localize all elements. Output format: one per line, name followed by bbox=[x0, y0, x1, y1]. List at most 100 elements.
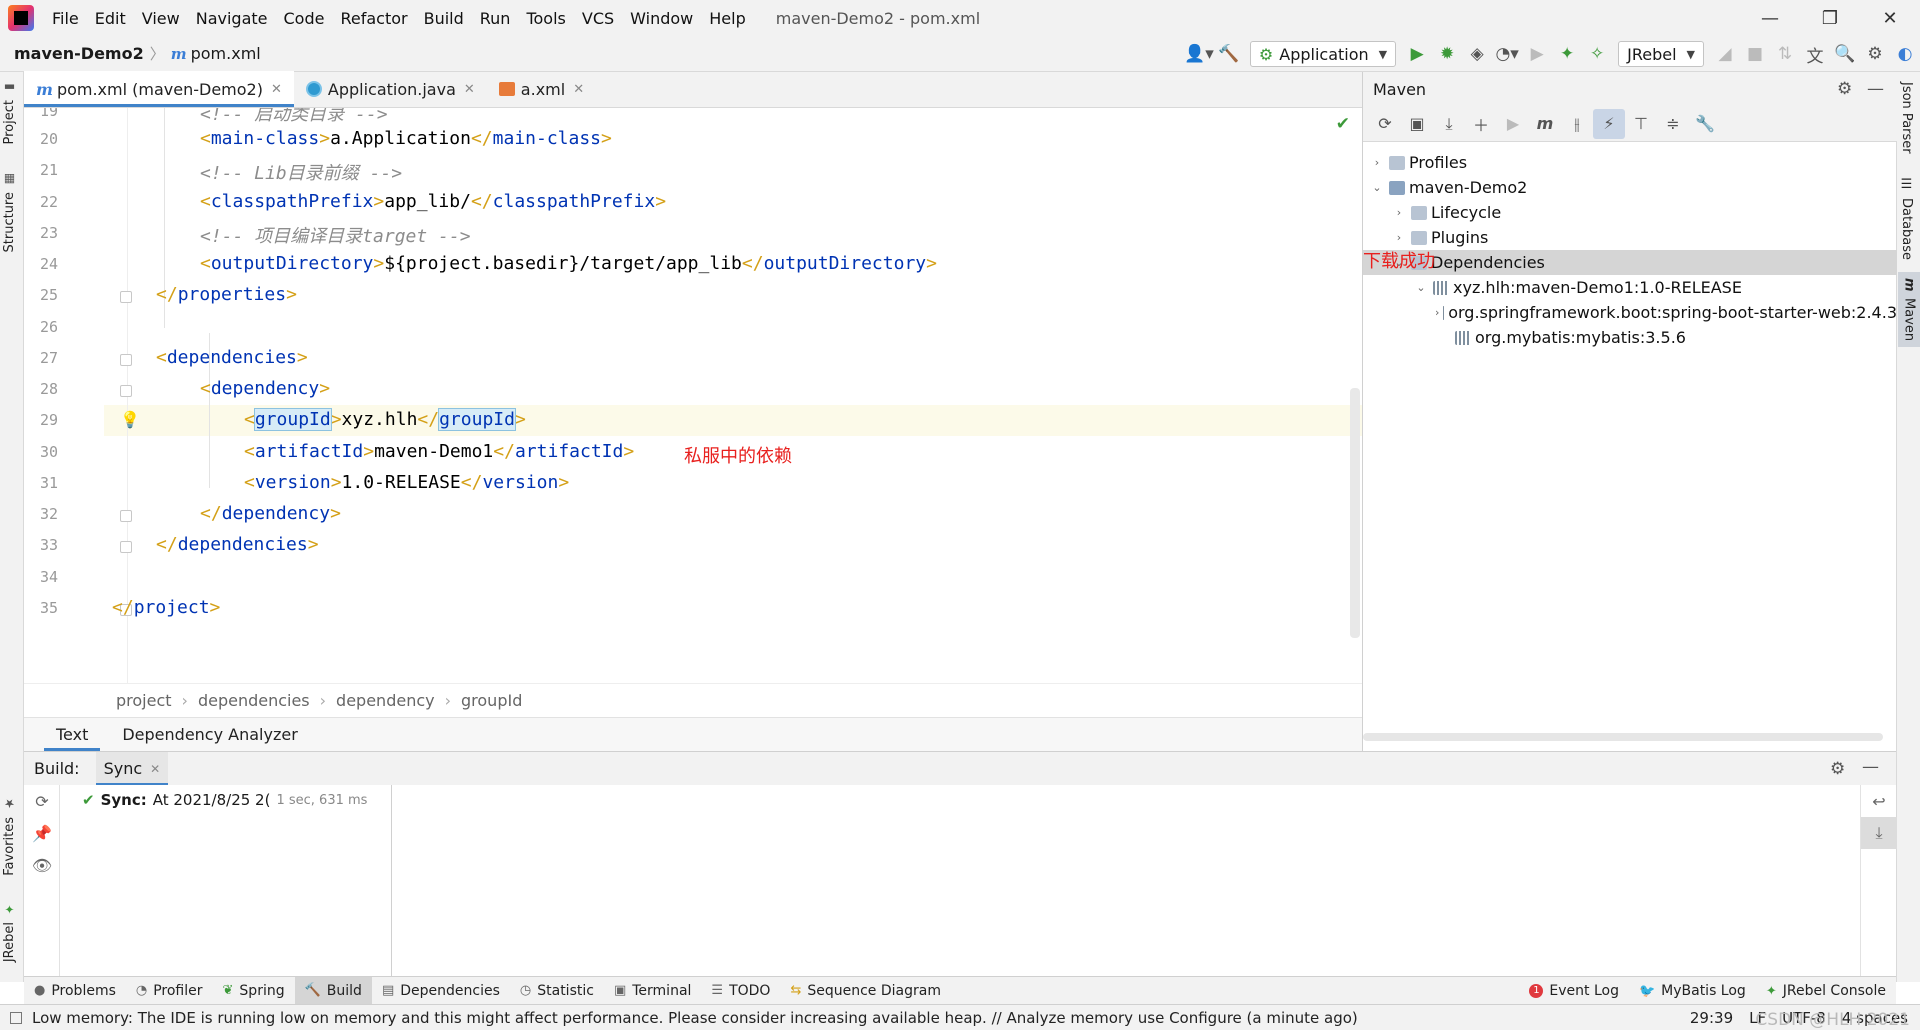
breadcrumb-groupid[interactable]: groupId bbox=[461, 691, 522, 710]
settings-gear-icon[interactable]: ⚙ bbox=[1837, 72, 1852, 106]
build-sync-row[interactable]: ✔ Sync: At 2021/8/25 2( 1 sec, 631 ms bbox=[82, 791, 367, 809]
tool-sequence-diagram[interactable]: ⇆ Sequence Diagram bbox=[780, 977, 951, 1005]
favorites-tool-tab[interactable]: Favorites ★ bbox=[2, 797, 17, 876]
fold-marker[interactable] bbox=[120, 510, 132, 522]
menu-help[interactable]: Help bbox=[701, 9, 753, 28]
tree-item-transitive-dependency[interactable]: org.mybatis:mybatis:3.5.6 bbox=[1363, 325, 1897, 350]
tool-jrebel-console[interactable]: ✦ JRebel Console bbox=[1756, 977, 1896, 1005]
breadcrumb-project[interactable]: project bbox=[116, 691, 172, 710]
tree-item-plugins[interactable]: › Plugins bbox=[1363, 225, 1897, 250]
close-tab-icon[interactable]: ✕ bbox=[464, 82, 475, 97]
tab-pom-xml[interactable]: m pom.xml (maven-Demo2) ✕ bbox=[24, 71, 294, 107]
translate-icon[interactable]: 文 bbox=[1800, 36, 1830, 72]
menu-code[interactable]: Code bbox=[276, 9, 333, 28]
chevron-down-icon[interactable]: ⌄ bbox=[1413, 281, 1429, 294]
tool-build[interactable]: 🔨 Build bbox=[294, 976, 372, 1005]
chevron-right-icon[interactable]: › bbox=[1391, 231, 1407, 244]
chevron-right-icon[interactable]: › bbox=[1435, 306, 1439, 319]
vcs-update-icon[interactable]: ⇅ bbox=[1770, 36, 1800, 72]
status-message[interactable]: Low memory: The IDE is running low on me… bbox=[32, 1009, 1358, 1027]
rerun-icon[interactable]: ◢ bbox=[1710, 36, 1740, 72]
maven-settings-wrench-icon[interactable]: 🔧 bbox=[1689, 109, 1721, 139]
tree-item-dependencies[interactable]: ⌄ Dependencies bbox=[1363, 250, 1897, 275]
fold-marker[interactable] bbox=[120, 354, 132, 366]
soft-wrap-icon[interactable]: ↩ bbox=[1861, 785, 1897, 817]
tree-item-lifecycle[interactable]: › Lifecycle bbox=[1363, 200, 1897, 225]
lightbulb-icon[interactable]: 💡 bbox=[120, 410, 140, 429]
nav-project[interactable]: maven-Demo2 bbox=[14, 44, 144, 63]
code-editor[interactable]: 19 20 21 22 23 24 25 26 27 28 29 30 31 3… bbox=[24, 108, 1362, 683]
run-icon[interactable]: ▶ bbox=[1402, 36, 1432, 72]
execute-goal-icon[interactable]: m bbox=[1529, 109, 1561, 139]
eye-icon[interactable]: 👁 bbox=[24, 849, 60, 881]
debug-icon[interactable]: ✹ bbox=[1432, 36, 1462, 72]
skip-tests-icon[interactable]: ⚡ bbox=[1593, 108, 1625, 139]
chevron-right-icon[interactable]: › bbox=[1391, 206, 1407, 219]
tool-terminal[interactable]: ▣ Terminal bbox=[604, 977, 701, 1005]
nav-file[interactable]: pom.xml bbox=[191, 44, 261, 63]
tab-text[interactable]: Text bbox=[44, 718, 101, 751]
generate-sources-icon[interactable]: ▣ bbox=[1401, 109, 1433, 139]
tab-a-xml[interactable]: a.xml ✕ bbox=[487, 71, 596, 107]
reload-icon[interactable]: ⟳ bbox=[1369, 109, 1401, 139]
menu-run[interactable]: Run bbox=[472, 9, 519, 28]
json-parser-tool-tab[interactable]: Json Parser bbox=[1899, 82, 1914, 154]
fold-marker[interactable] bbox=[120, 541, 132, 553]
database-tool-tab[interactable]: ☰ Database bbox=[1899, 177, 1914, 260]
tool-event-log[interactable]: 1 Event Log bbox=[1519, 977, 1629, 1005]
jrebel-tool-tab[interactable]: JRebel ✦ bbox=[2, 902, 17, 962]
menu-window[interactable]: Window bbox=[622, 9, 701, 28]
menu-vcs[interactable]: VCS bbox=[574, 9, 622, 28]
scroll-to-end-icon[interactable]: ⤓ bbox=[1861, 817, 1897, 849]
tree-item-profiles[interactable]: › Profiles bbox=[1363, 150, 1897, 175]
settings-gear-icon[interactable]: ⚙ bbox=[1860, 36, 1890, 72]
minimize-icon[interactable]: — bbox=[1740, 0, 1800, 36]
close-tab-icon[interactable]: ✕ bbox=[573, 82, 584, 97]
menu-build[interactable]: Build bbox=[416, 9, 472, 28]
menu-file[interactable]: File bbox=[44, 9, 87, 28]
tool-dependencies[interactable]: ▤ Dependencies bbox=[372, 977, 510, 1005]
tab-sync[interactable]: Sync ✕ bbox=[95, 751, 169, 786]
add-icon[interactable]: ＋ bbox=[1465, 109, 1497, 139]
tool-todo[interactable]: ☰ TODO bbox=[701, 977, 780, 1005]
jrebel-debug-icon[interactable]: ✧ bbox=[1582, 36, 1612, 72]
maven-tool-tab[interactable]: m Maven bbox=[1898, 272, 1920, 347]
restore-icon[interactable]: ❐ bbox=[1800, 0, 1860, 36]
search-icon[interactable]: 🔍 bbox=[1830, 36, 1860, 72]
user-icon[interactable]: 👤▾ bbox=[1184, 36, 1214, 72]
fold-marker[interactable] bbox=[120, 291, 132, 303]
project-tool-tab[interactable]: Project ▬ bbox=[2, 80, 17, 144]
status-toggle-icon[interactable] bbox=[10, 1011, 22, 1024]
menu-refactor[interactable]: Refactor bbox=[332, 9, 415, 28]
editor-scrollbar[interactable] bbox=[1350, 388, 1360, 638]
menu-tools[interactable]: Tools bbox=[518, 9, 573, 28]
close-tab-icon[interactable]: ✕ bbox=[271, 82, 282, 97]
tab-dependency-analyzer[interactable]: Dependency Analyzer bbox=[110, 718, 309, 751]
tool-profiler[interactable]: ◔ Profiler bbox=[126, 977, 213, 1005]
jrebel-run-icon[interactable]: ✦ bbox=[1552, 36, 1582, 72]
hide-panel-icon[interactable]: — bbox=[1862, 757, 1879, 777]
collapse-all-icon[interactable]: ≑ bbox=[1657, 109, 1689, 139]
chevron-down-icon[interactable]: ⌄ bbox=[1369, 181, 1385, 194]
run-maven-icon[interactable]: ▶ bbox=[1497, 109, 1529, 139]
pin-icon[interactable]: 📌 bbox=[24, 817, 60, 849]
tree-item-transitive-dependency[interactable]: › org.springframework.boot:spring-boot-s… bbox=[1363, 300, 1897, 325]
toggle-offline-icon[interactable]: ⫲ bbox=[1561, 109, 1593, 139]
tree-item-project[interactable]: ⌄ maven-Demo2 bbox=[1363, 175, 1897, 200]
stop-icon[interactable]: ■ bbox=[1740, 36, 1770, 72]
inspection-ok-icon[interactable]: ✔ bbox=[1336, 114, 1350, 134]
run-config-select[interactable]: ⚙ Application ▼ bbox=[1249, 41, 1397, 67]
tab-application-java[interactable]: Application.java ✕ bbox=[294, 71, 487, 107]
caret-position[interactable]: 29:39 bbox=[1690, 1009, 1733, 1027]
show-diagram-icon[interactable]: ⊤ bbox=[1625, 109, 1657, 139]
fold-marker[interactable] bbox=[120, 385, 132, 397]
menu-view[interactable]: View bbox=[134, 9, 188, 28]
download-icon[interactable]: ⤓ bbox=[1433, 109, 1465, 139]
breadcrumb-dependencies[interactable]: dependencies bbox=[198, 691, 310, 710]
settings-gear-icon[interactable]: ⚙ bbox=[1830, 759, 1845, 779]
jrebel-config-select[interactable]: JRebel ▼ bbox=[1618, 41, 1704, 67]
structure-tool-tab[interactable]: Structure ▦ bbox=[2, 172, 17, 252]
chevron-right-icon[interactable]: › bbox=[1369, 156, 1385, 169]
close-icon[interactable]: ✕ bbox=[1860, 0, 1920, 36]
maven-horizontal-scrollbar[interactable] bbox=[1363, 733, 1883, 741]
